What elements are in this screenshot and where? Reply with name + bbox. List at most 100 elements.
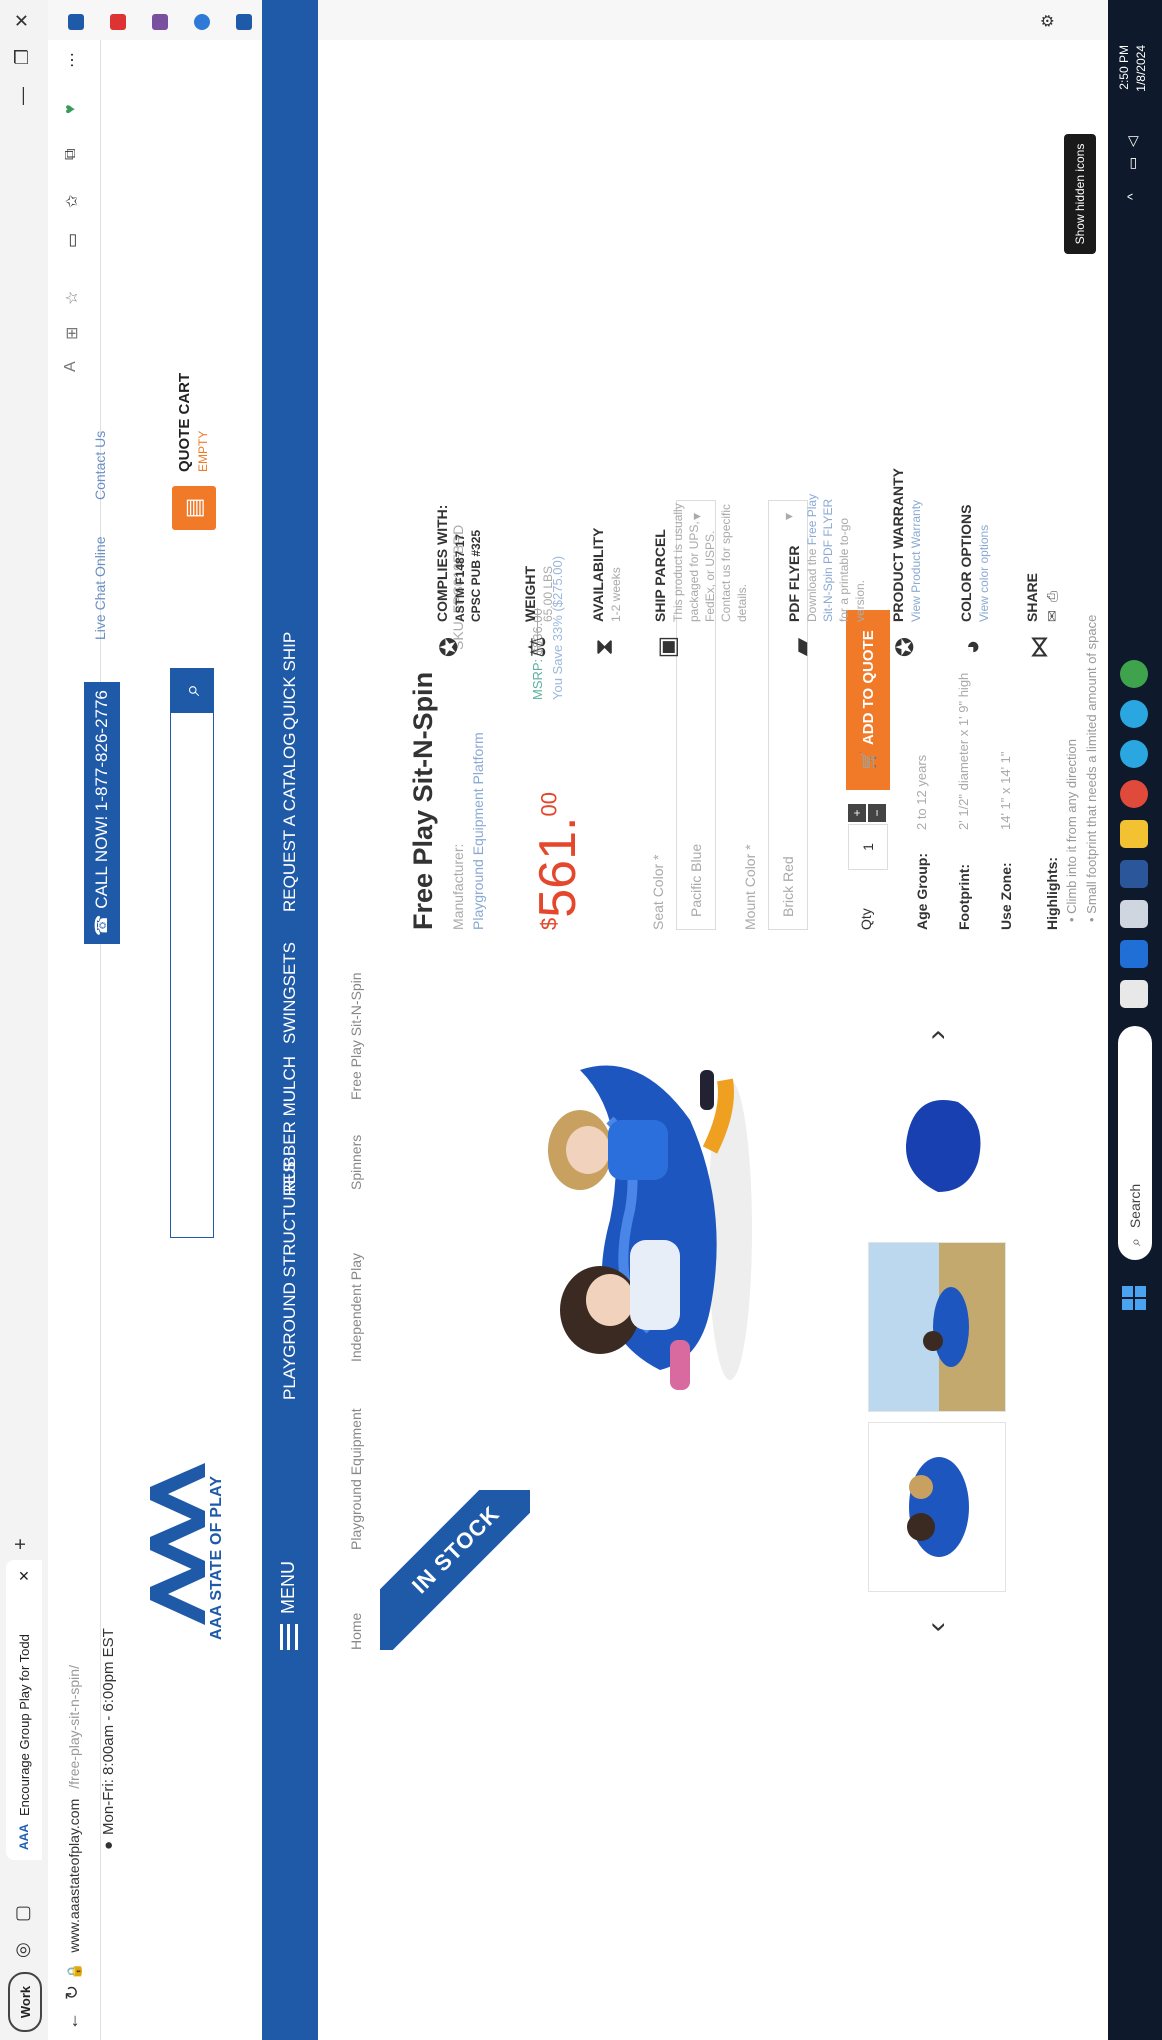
edge-icon[interactable] — [1120, 740, 1148, 768]
site-favicon-icon: AAA — [17, 1824, 31, 1850]
thumbnail-2[interactable] — [868, 1242, 1006, 1412]
menu-button[interactable]: MENU — [278, 1561, 299, 1650]
show-hidden-icons-chevron[interactable]: ^ — [1124, 193, 1140, 200]
clock-icon: ● — [100, 1840, 117, 1850]
color-options-link[interactable]: View color options — [976, 525, 992, 622]
menu-label: MENU — [278, 1561, 298, 1614]
add-to-quote-button[interactable]: 🛒 ADD TO QUOTE — [846, 610, 890, 790]
chrome-icon[interactable] — [1120, 780, 1148, 808]
complies-astm: ASTM F1487 17 — [453, 533, 467, 622]
site-search-input[interactable] — [170, 712, 214, 1238]
word-icon[interactable] — [1120, 860, 1148, 888]
complies-cpsc: CPSC PUB #325 — [469, 529, 483, 622]
breadcrumb-home[interactable]: Home — [348, 1613, 364, 1650]
extension-icon[interactable]: ♥ — [62, 105, 80, 115]
nav-playground-structures[interactable]: PLAYGROUND STRUCTURES — [280, 1161, 300, 1400]
read-aloud-icon[interactable]: A — [62, 361, 80, 372]
url-host: www.aaastateofplay.com — [66, 1798, 82, 1953]
thumbnail-1[interactable] — [868, 1422, 1006, 1592]
pdf-flyer-text: Download the Free Play Sit-N-Spin PDF FL… — [805, 493, 867, 622]
sidebar-app-icon[interactable] — [68, 14, 84, 30]
edge-canary-icon[interactable] — [1120, 660, 1148, 688]
product-main-image[interactable] — [490, 1030, 770, 1450]
qty-decrease-button[interactable]: − — [868, 804, 886, 822]
msrp-label: MSRP: — [530, 658, 545, 700]
profile-chip[interactable]: Work — [8, 1972, 42, 2032]
refresh-icon[interactable]: ↻ — [62, 1985, 83, 2000]
breadcrumb-current: Free Play Sit-N-Spin — [348, 972, 364, 1100]
mount-color-value: Brick Red — [780, 856, 796, 917]
thumbnail-3[interactable] — [868, 1062, 1006, 1232]
qty-increase-button[interactable]: + — [848, 804, 866, 822]
sidebar-app-icon[interactable] — [194, 14, 210, 30]
restore-icon[interactable]: ❐ — [12, 49, 33, 65]
split-screen-icon[interactable]: ▭ — [62, 233, 82, 248]
apps-icon[interactable]: ⊞ — [62, 327, 82, 340]
site-logo[interactable] — [140, 1415, 250, 1655]
call-now-text: CALL NOW! 1-877-826-2776 — [92, 690, 111, 909]
more-menu-icon[interactable]: ⋯ — [62, 52, 82, 68]
sidebar-settings-icon[interactable]: ⚙ — [1038, 14, 1058, 28]
package-icon: ▣ — [653, 635, 681, 659]
clock-time: 2:50 PM — [1117, 45, 1131, 90]
price-currency: $ — [536, 917, 562, 930]
thumbnail-1-image — [869, 1423, 1005, 1591]
manufacturer-link[interactable]: Playground Equipment Platform — [470, 732, 486, 930]
minimize-icon[interactable]: — — [12, 87, 33, 105]
contact-us-link[interactable]: Contact Us — [92, 431, 108, 500]
teams-icon[interactable] — [1120, 900, 1148, 928]
thumb-prev-arrow-icon[interactable]: ‹ — [920, 1622, 954, 1632]
price-cents: 00 — [536, 792, 562, 817]
spec-usezone-label: Use Zone: — [998, 862, 1014, 930]
quote-cart-icon[interactable]: ▤ — [172, 486, 216, 530]
quote-cart-title[interactable]: QUOTE CART — [176, 373, 193, 472]
logo-text: AAA STATE OF PLAY — [208, 1475, 225, 1640]
close-window-icon[interactable]: ✕ — [12, 13, 33, 28]
ship-parcel-text: This product is usually packaged for UPS… — [671, 503, 749, 622]
nav-request-catalog[interactable]: REQUEST A CATALOG — [280, 733, 300, 913]
product-price: $561.00 — [528, 792, 588, 930]
share-title: SHARE — [1024, 572, 1040, 622]
close-tab-icon[interactable]: ✕ — [16, 1570, 33, 1582]
color-options-title: COLOR OPTIONS — [958, 504, 974, 622]
search-button[interactable]: ⌕ — [170, 668, 214, 712]
collections-icon[interactable]: ⧉ — [62, 149, 80, 160]
outlook-icon[interactable] — [1120, 940, 1148, 968]
taskbar-search[interactable]: ⌕ Search — [1118, 1026, 1152, 1260]
taskbar-clock[interactable]: 2:50 PM 1/8/2024 — [1116, 45, 1150, 125]
browser-tab-active[interactable]: AAA Encourage Group Play for Todd ✕ — [6, 1560, 42, 1860]
new-tab-icon[interactable]: + — [10, 1538, 33, 1550]
live-chat-link[interactable]: Live Chat Online — [92, 536, 108, 640]
nav-quick-ship[interactable]: QUICK SHIP — [280, 632, 300, 730]
back-icon[interactable]: ← — [62, 2012, 83, 2030]
sidebar-app-icon[interactable] — [152, 14, 168, 30]
favorite-star-icon[interactable]: ☆ — [62, 291, 82, 305]
qty-input[interactable]: 1 — [848, 824, 888, 870]
sidebar-app-icon[interactable] — [110, 14, 126, 30]
edge-dev-icon[interactable] — [1120, 700, 1148, 728]
workspaces-icon[interactable]: ◎ — [12, 1942, 33, 1958]
file-explorer-icon[interactable] — [1120, 820, 1148, 848]
breadcrumb-spinners[interactable]: Spinners — [348, 1135, 364, 1190]
call-now-button[interactable]: ☎ CALL NOW! 1-877-826-2776 — [84, 682, 120, 944]
search-icon: ⌕ — [1126, 1238, 1143, 1246]
availability-title: AVAILABILITY — [590, 527, 606, 622]
nav-rubber-mulch[interactable]: RUBBER MULCH — [280, 1056, 300, 1192]
sidebar-app-icon[interactable] — [236, 14, 252, 30]
warranty-link[interactable]: View Product Warranty — [908, 500, 924, 622]
network-icon[interactable]: ▭ — [1124, 157, 1141, 170]
taskbar-search-placeholder: Search — [1127, 1183, 1143, 1229]
lock-icon: 🔒 — [65, 1962, 82, 1980]
tab-actions-icon[interactable]: ▢ — [12, 1905, 33, 1922]
nav-swingsets[interactable]: SWINGSETS — [280, 942, 300, 1044]
seat-color-label: Seat Color * — [650, 854, 666, 930]
breadcrumb-independent-play[interactable]: Independent Play — [348, 1253, 364, 1362]
print-share-icon[interactable]: ⎙ — [1044, 591, 1061, 602]
favorites-icon[interactable]: ✩ — [62, 195, 82, 208]
thumb-next-arrow-icon[interactable]: › — [920, 1030, 954, 1040]
windows-start-icon[interactable] — [1120, 1284, 1148, 1312]
task-view-icon[interactable] — [1120, 980, 1148, 1008]
email-share-icon[interactable]: ✉ — [1044, 610, 1061, 622]
breadcrumb-playground-equipment[interactable]: Playground Equipment — [348, 1408, 364, 1550]
volume-icon[interactable]: ◁ — [1124, 136, 1141, 147]
